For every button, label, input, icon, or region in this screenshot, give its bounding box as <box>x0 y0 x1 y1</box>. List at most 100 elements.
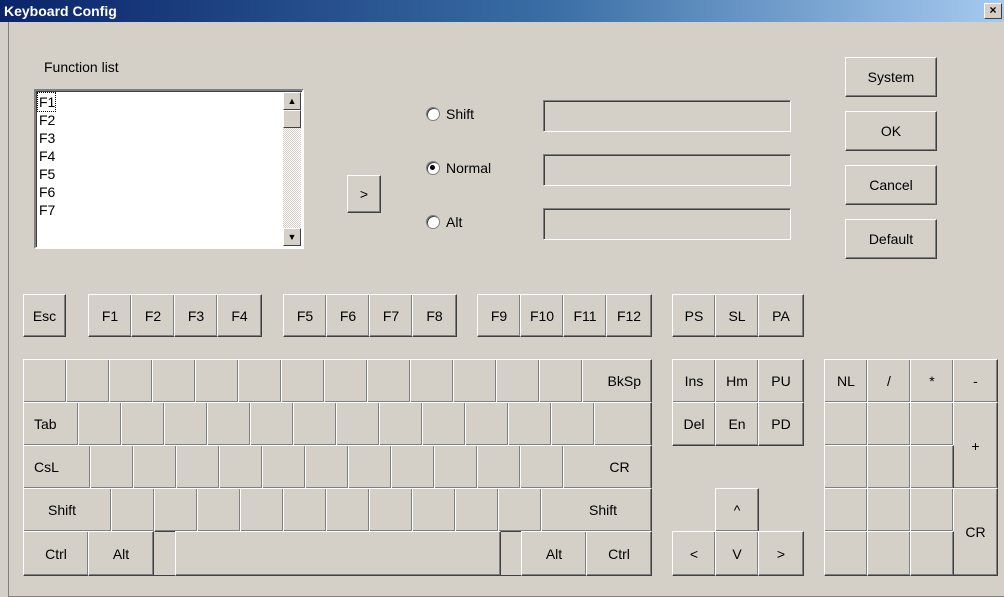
list-item[interactable]: F7 <box>38 201 55 219</box>
key-slash[interactable]: / <box>867 359 911 403</box>
key-row1-1[interactable] <box>23 359 67 403</box>
radio-alt-circle[interactable] <box>426 215 440 229</box>
key-row4-1[interactable] <box>111 488 155 532</box>
key-num4[interactable] <box>824 445 868 489</box>
key-ctrl-right[interactable]: Ctrl <box>586 531 652 576</box>
key-bksp[interactable]: BkSp <box>582 359 652 403</box>
key-row2-7[interactable] <box>336 402 380 446</box>
key-nl[interactable]: NL <box>824 359 868 403</box>
key-row1-12[interactable] <box>496 359 540 403</box>
shift-field[interactable] <box>543 100 791 132</box>
scroll-thumb[interactable] <box>283 110 301 128</box>
key-row1-11[interactable] <box>453 359 497 403</box>
scroll-down-icon[interactable]: ▼ <box>283 228 301 246</box>
list-item[interactable]: F2 <box>38 111 55 129</box>
list-item[interactable]: F4 <box>38 147 55 165</box>
key-row1-2[interactable] <box>66 359 110 403</box>
key-row2-6[interactable] <box>293 402 337 446</box>
radio-shift-circle[interactable] <box>426 107 440 121</box>
key-row4-3[interactable] <box>197 488 241 532</box>
key-row3-8[interactable] <box>391 445 435 489</box>
key-pd[interactable]: PD <box>758 402 804 446</box>
key-num9[interactable] <box>910 402 954 446</box>
key-en[interactable]: En <box>715 402 759 446</box>
key-pa[interactable]: PA <box>758 294 804 337</box>
key-f9[interactable]: F9 <box>477 294 521 337</box>
list-item[interactable]: F3 <box>38 129 55 147</box>
function-listbox[interactable]: F1 F2 F3 F4 F5 F6 F7 ▲ ▼ <box>34 89 304 249</box>
spacebar[interactable] <box>175 531 501 576</box>
key-alt-left[interactable]: Alt <box>88 531 154 576</box>
key-ins[interactable]: Ins <box>672 359 716 403</box>
key-num0b[interactable] <box>867 531 911 576</box>
key-shift-left[interactable]: Shift <box>23 488 112 532</box>
normal-field[interactable] <box>543 154 791 186</box>
radio-shift[interactable]: Shift <box>426 106 474 122</box>
system-button[interactable]: System <box>845 57 937 97</box>
key-f7[interactable]: F7 <box>369 294 413 337</box>
key-row1-4[interactable] <box>152 359 196 403</box>
key-tab[interactable]: Tab <box>23 402 79 446</box>
key-row4-2[interactable] <box>154 488 198 532</box>
key-row4-9[interactable] <box>455 488 499 532</box>
radio-normal[interactable]: Normal <box>426 160 491 176</box>
key-arrow-right[interactable]: > <box>758 531 804 576</box>
title-bar[interactable]: Keyboard Config × <box>0 0 1004 22</box>
key-row3-11[interactable] <box>520 445 564 489</box>
key-row3-6[interactable] <box>305 445 349 489</box>
key-row1-7[interactable] <box>281 359 325 403</box>
key-num7[interactable] <box>824 402 868 446</box>
key-row2-4[interactable] <box>207 402 251 446</box>
key-row2-3[interactable] <box>164 402 208 446</box>
key-num2[interactable] <box>867 488 911 532</box>
key-f8[interactable]: F8 <box>412 294 457 337</box>
key-row2-11[interactable] <box>508 402 552 446</box>
scroll-up-icon[interactable]: ▲ <box>283 92 301 110</box>
key-alt-right[interactable]: Alt <box>521 531 587 576</box>
list-scrollbar[interactable]: ▲ ▼ <box>283 92 301 246</box>
key-row4-5[interactable] <box>283 488 327 532</box>
key-row4-6[interactable] <box>326 488 370 532</box>
key-row4-4[interactable] <box>240 488 284 532</box>
key-row1-8[interactable] <box>324 359 368 403</box>
key-row1-3[interactable] <box>109 359 153 403</box>
key-arrow-down[interactable]: V <box>715 531 759 576</box>
key-num8[interactable] <box>867 402 911 446</box>
key-row3-9[interactable] <box>434 445 478 489</box>
list-item[interactable]: F5 <box>38 165 55 183</box>
alt-field[interactable] <box>543 208 791 240</box>
key-row3-2[interactable] <box>133 445 177 489</box>
key-row1-9[interactable] <box>367 359 411 403</box>
key-row4-10[interactable] <box>498 488 542 532</box>
key-row1-5[interactable] <box>195 359 239 403</box>
key-f2[interactable]: F2 <box>131 294 175 337</box>
key-row2-9[interactable] <box>422 402 466 446</box>
key-cr[interactable]: CR <box>563 445 652 489</box>
key-row2-8[interactable] <box>379 402 423 446</box>
key-num3[interactable] <box>910 488 954 532</box>
key-star[interactable]: * <box>910 359 954 403</box>
key-del[interactable]: Del <box>672 402 716 446</box>
key-num1[interactable] <box>824 488 868 532</box>
key-arrow-up[interactable]: ^ <box>715 488 759 532</box>
key-num6[interactable] <box>910 445 954 489</box>
key-row1-10[interactable] <box>410 359 454 403</box>
key-row2-2[interactable] <box>121 402 165 446</box>
key-row2-13[interactable] <box>594 402 652 446</box>
key-csl[interactable]: CsL <box>23 445 91 489</box>
key-row1-13[interactable] <box>539 359 583 403</box>
key-f1[interactable]: F1 <box>88 294 132 337</box>
key-row3-3[interactable] <box>176 445 220 489</box>
key-row3-5[interactable] <box>262 445 306 489</box>
close-button[interactable]: × <box>984 3 1002 19</box>
key-f12[interactable]: F12 <box>606 294 652 337</box>
key-pu[interactable]: PU <box>758 359 804 403</box>
key-row3-7[interactable] <box>348 445 392 489</box>
key-row3-10[interactable] <box>477 445 521 489</box>
key-row4-7[interactable] <box>369 488 413 532</box>
list-item[interactable]: F6 <box>38 183 55 201</box>
key-hm[interactable]: Hm <box>715 359 759 403</box>
key-f6[interactable]: F6 <box>326 294 370 337</box>
key-row1-6[interactable] <box>238 359 282 403</box>
key-row2-1[interactable] <box>78 402 122 446</box>
